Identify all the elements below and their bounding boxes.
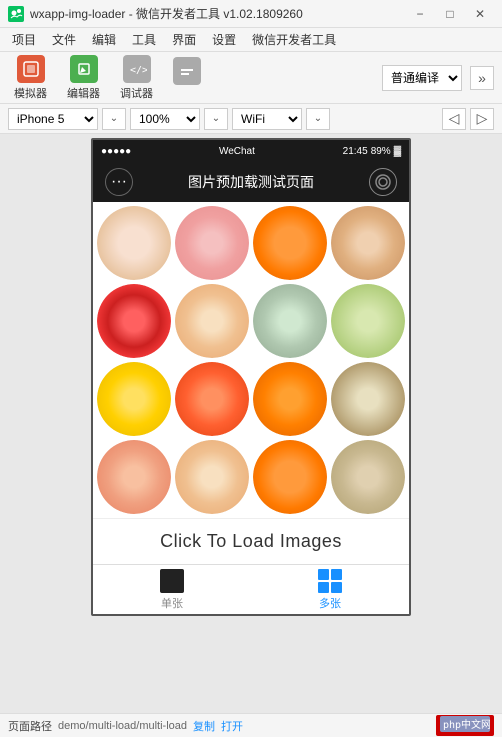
multi-tab-icon bbox=[318, 569, 342, 593]
menu-settings[interactable]: 设置 bbox=[204, 29, 244, 50]
app-icon bbox=[8, 6, 24, 22]
minimize-button[interactable]: − bbox=[406, 4, 434, 24]
single-tab-icon bbox=[160, 569, 184, 593]
zoom-more-button[interactable]: ⌄ bbox=[204, 108, 228, 130]
simulator-label: 模拟器 bbox=[14, 85, 47, 101]
grid-cell-1 bbox=[318, 569, 329, 580]
debugger-button[interactable]: </> 调试器 bbox=[114, 51, 159, 105]
battery-icon: ▓ bbox=[394, 146, 401, 157]
device-select[interactable]: iPhone 5 bbox=[8, 108, 98, 130]
menu-wechat-devtools[interactable]: 微信开发者工具 bbox=[244, 29, 344, 50]
food-image-1 bbox=[97, 206, 171, 280]
food-image-9 bbox=[97, 362, 171, 436]
unknown-tool-button[interactable]: · bbox=[167, 53, 207, 103]
editor-label: 编辑器 bbox=[67, 85, 100, 101]
open-path-button[interactable]: 打开 bbox=[221, 718, 243, 734]
svg-text:php中文网: php中文网 bbox=[443, 718, 490, 731]
editor-button[interactable]: 编辑器 bbox=[61, 51, 106, 105]
phone-nav-bar: ··· 图片预加载测试页面 bbox=[93, 162, 409, 202]
prev-page-button[interactable]: ◁ bbox=[442, 108, 466, 130]
device-bar: iPhone 5 ⌄ 100% ⌄ WiFi ⌄ ◁ ▷ bbox=[0, 104, 502, 134]
copy-path-button[interactable]: 复制 bbox=[193, 718, 215, 734]
main-area: ●●●●● WeChat 21:45 89% ▓ ··· 图片预加载测试页面 bbox=[0, 134, 502, 713]
zoom-select[interactable]: 100% bbox=[130, 108, 200, 130]
food-image-15 bbox=[253, 440, 327, 514]
phone-status-bar: ●●●●● WeChat 21:45 89% ▓ bbox=[93, 140, 409, 162]
food-image-3 bbox=[253, 206, 327, 280]
title-bar: wxapp-img-loader - 微信开发者工具 v1.02.1809260… bbox=[0, 0, 502, 28]
food-image-10 bbox=[175, 362, 249, 436]
menu-interface[interactable]: 界面 bbox=[164, 29, 204, 50]
simulator-button[interactable]: 模拟器 bbox=[8, 51, 53, 105]
title-bar-left: wxapp-img-loader - 微信开发者工具 v1.02.1809260 bbox=[8, 5, 303, 22]
bottom-tab-bar: 单张 多张 bbox=[93, 564, 409, 614]
simulator-icon bbox=[17, 55, 45, 83]
carrier-label: WeChat bbox=[219, 146, 255, 157]
food-image-11 bbox=[253, 362, 327, 436]
food-image-14 bbox=[175, 440, 249, 514]
grid-cell-2 bbox=[331, 569, 342, 580]
network-select[interactable]: WiFi bbox=[232, 108, 302, 130]
single-tab-label: 单张 bbox=[161, 595, 183, 611]
page-path: demo/multi-load/multi-load bbox=[58, 720, 187, 732]
food-image-6 bbox=[175, 284, 249, 358]
food-image-8 bbox=[331, 284, 405, 358]
battery-label: 89% bbox=[371, 146, 391, 157]
next-page-button[interactable]: ▷ bbox=[470, 108, 494, 130]
tab-multi[interactable]: 多张 bbox=[251, 565, 409, 614]
phone-screen: ●●●●● WeChat 21:45 89% ▓ ··· 图片预加载测试页面 bbox=[91, 138, 411, 616]
signal-icon: ●●●●● bbox=[101, 146, 131, 157]
food-image-2 bbox=[175, 206, 249, 280]
nav-dots-button[interactable]: ··· bbox=[105, 168, 133, 196]
window-controls: − □ ✕ bbox=[406, 4, 494, 24]
menu-edit[interactable]: 编辑 bbox=[84, 29, 124, 50]
editor-icon bbox=[70, 55, 98, 83]
menu-file[interactable]: 文件 bbox=[44, 29, 84, 50]
svg-text:</>: </> bbox=[130, 65, 147, 76]
food-image-5 bbox=[97, 284, 171, 358]
status-bar: 页面路径 demo/multi-load/multi-load 复制 打开 ph… bbox=[0, 713, 502, 737]
grid-cell-4 bbox=[331, 582, 342, 593]
food-image-12 bbox=[331, 362, 405, 436]
tab-single[interactable]: 单张 bbox=[93, 565, 251, 614]
page-title: 图片预加载测试页面 bbox=[188, 172, 314, 192]
image-grid[interactable] bbox=[93, 202, 409, 518]
unknown-tool-icon bbox=[173, 57, 201, 85]
close-button[interactable]: ✕ bbox=[466, 4, 494, 24]
window-title: wxapp-img-loader - 微信开发者工具 v1.02.1809260 bbox=[30, 5, 303, 22]
toolbar: 模拟器 编辑器 </> 调试器 · 普通编译 » bbox=[0, 52, 502, 104]
network-more-button[interactable]: ⌄ bbox=[306, 108, 330, 130]
phone-frame: ●●●●● WeChat 21:45 89% ▓ ··· 图片预加载测试页面 bbox=[0, 134, 502, 713]
encoding-select[interactable]: 普通编译 bbox=[382, 65, 462, 91]
path-label: 页面路径 bbox=[8, 718, 52, 734]
restore-button[interactable]: □ bbox=[436, 4, 464, 24]
php-logo: php中文网 bbox=[436, 715, 494, 736]
device-rotate-button[interactable]: ⌄ bbox=[102, 108, 126, 130]
food-image-7 bbox=[253, 284, 327, 358]
menu-project[interactable]: 项目 bbox=[4, 29, 44, 50]
nav-record-button[interactable] bbox=[369, 168, 397, 196]
food-image-13 bbox=[97, 440, 171, 514]
menu-tools[interactable]: 工具 bbox=[124, 29, 164, 50]
time-label: 21:45 bbox=[343, 146, 368, 157]
load-images-button[interactable]: Click To Load Images bbox=[160, 531, 342, 552]
multi-tab-label: 多张 bbox=[319, 595, 341, 611]
menu-bar: 项目 文件 编辑 工具 界面 设置 微信开发者工具 bbox=[0, 28, 502, 52]
debugger-icon: </> bbox=[123, 55, 151, 83]
status-right: 21:45 89% ▓ bbox=[343, 146, 401, 157]
grid-cell-3 bbox=[318, 582, 329, 593]
load-button-area[interactable]: Click To Load Images bbox=[93, 518, 409, 564]
food-image-16 bbox=[331, 440, 405, 514]
debugger-label: 调试器 bbox=[120, 85, 153, 101]
toolbar-more-button[interactable]: » bbox=[470, 66, 494, 90]
food-image-4 bbox=[331, 206, 405, 280]
